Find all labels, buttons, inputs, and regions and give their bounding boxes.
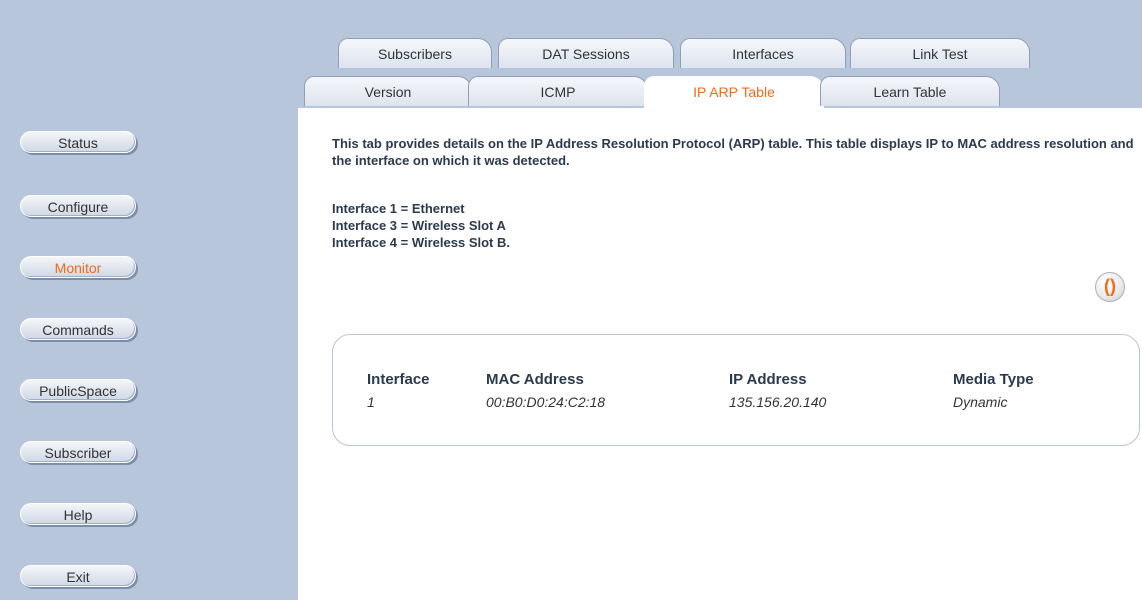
tab-label: Link Test (912, 46, 968, 62)
tab-learn-table[interactable]: Learn Table (820, 76, 1000, 106)
interface-note: Interface 1 = Ethernet (332, 201, 465, 216)
tab-label: IP ARP Table (693, 84, 775, 100)
help-button[interactable]: Help (20, 503, 136, 525)
sidebar: Status Configure Monitor Commands Public… (0, 0, 298, 600)
table-cell-ip-address: 135.156.20.140 (729, 394, 827, 410)
subscriber-button[interactable]: Subscriber (20, 441, 136, 463)
publicspace-button[interactable]: PublicSpace (20, 379, 136, 401)
refresh-icon[interactable]: () (1095, 272, 1125, 302)
tab-version[interactable]: Version (304, 76, 472, 106)
status-button[interactable]: Status (20, 131, 136, 153)
main-content: This tab provides details on the IP Addr… (298, 108, 1142, 600)
tab-bar-top: Subscribers DAT Sessions Interfaces Link… (298, 0, 1142, 72)
column-header-ip-address: IP Address (729, 371, 807, 388)
column-header-interface: Interface (367, 371, 430, 388)
exit-button[interactable]: Exit (20, 565, 136, 587)
interface-note: Interface 3 = Wireless Slot A (332, 218, 506, 233)
table-cell-interface: 1 (367, 394, 375, 410)
interface-note: Interface 4 = Wireless Slot B. (332, 235, 510, 250)
page-description: This tab provides details on the IP Addr… (332, 136, 1134, 168)
arp-table: Interface MAC Address IP Address Media T… (332, 334, 1140, 446)
tab-label: Learn Table (873, 84, 947, 100)
commands-button[interactable]: Commands (20, 318, 136, 340)
tab-link-test[interactable]: Link Test (850, 38, 1030, 68)
tab-subscribers[interactable]: Subscribers (338, 38, 492, 68)
configure-button[interactable]: Configure (20, 195, 136, 217)
table-cell-media-type: Dynamic (953, 394, 1008, 410)
column-header-media-type: Media Type (953, 371, 1034, 388)
tab-label: DAT Sessions (542, 46, 630, 62)
tab-label: ICMP (540, 84, 576, 100)
tab-ip-arp-table[interactable]: IP ARP Table (644, 76, 824, 108)
table-cell-mac-address: 00:B0:D0:24:C2:18 (486, 394, 606, 410)
tab-label: Interfaces (732, 46, 794, 62)
tab-icmp[interactable]: ICMP (468, 76, 648, 106)
tab-bar-bottom: Version ICMP IP ARP Table Learn Table (298, 72, 1142, 108)
tab-label: Subscribers (378, 46, 452, 62)
column-header-mac-address: MAC Address (486, 371, 584, 388)
tab-label: Version (364, 84, 412, 100)
monitor-button[interactable]: Monitor (20, 256, 136, 278)
tab-dat-sessions[interactable]: DAT Sessions (498, 38, 674, 68)
tab-interfaces[interactable]: Interfaces (680, 38, 846, 68)
